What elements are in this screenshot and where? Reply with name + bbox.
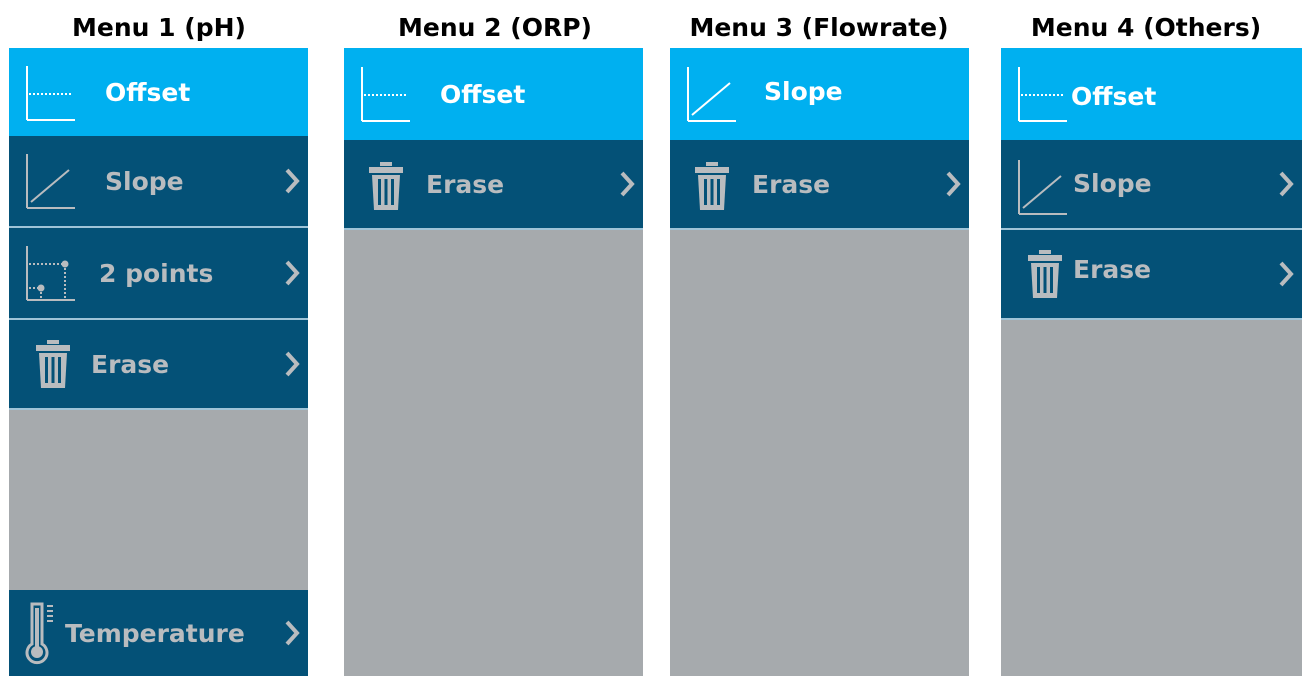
menu-1-item-temperature-label: Temperature [65, 618, 245, 648]
menu-1-item-2-points-label: 2 points [99, 258, 214, 288]
menu-3-item-slope-label: Slope [764, 76, 843, 106]
slope-graph-icon [687, 67, 736, 122]
thermometer-icon [25, 602, 53, 665]
menu-4-item-erase-label: Erase [1073, 254, 1152, 284]
menu-2-item-offset-label: Offset [440, 79, 526, 109]
chevron-right-icon [620, 171, 635, 197]
menu-2-item-erase[interactable]: Erase [344, 140, 643, 230]
chevron-right-icon [285, 351, 300, 377]
menu-3-panel: Slope Erase [670, 48, 969, 676]
trash-icon [36, 340, 70, 388]
menu-1-item-erase-label: Erase [91, 349, 170, 379]
menu-2-panel: Offset Erase [344, 48, 643, 676]
menu-2-item-erase-label: Erase [426, 169, 505, 199]
trash-icon [695, 162, 729, 210]
offset-graph-icon [361, 67, 410, 122]
menu-1-item-offset[interactable]: Offset [9, 48, 308, 136]
menu-1-item-offset-label: Offset [105, 77, 191, 107]
menu-2-title: Menu 2 (ORP) [398, 13, 592, 42]
chevron-right-icon [1279, 171, 1294, 197]
menu-4-title: Menu 4 (Others) [1030, 13, 1262, 42]
menu-4-item-slope-label: Slope [1073, 168, 1152, 198]
chevron-right-icon [1279, 261, 1294, 287]
menu-1-item-slope[interactable]: Slope [9, 136, 308, 228]
menu-1-item-temperature[interactable]: Temperature [9, 590, 308, 676]
menu-4-item-offset[interactable]: Offset [1001, 48, 1302, 140]
offset-graph-icon [1018, 67, 1067, 122]
menu-4-item-slope[interactable]: Slope [1001, 140, 1302, 230]
trash-icon [1028, 250, 1062, 298]
menu-1-item-2-points[interactable]: 2 points [9, 228, 308, 320]
menu-3-item-erase-label: Erase [752, 169, 831, 199]
slope-graph-icon [26, 154, 75, 209]
menu-4-item-offset-label: Offset [1071, 81, 1157, 111]
chevron-right-icon [285, 260, 300, 286]
menu-3-title: Menu 3 (Flowrate) [689, 13, 949, 42]
offset-graph-icon [26, 66, 75, 121]
slope-graph-icon [1018, 160, 1067, 215]
menu-2-item-offset[interactable]: Offset [344, 48, 643, 140]
menu-1-title: Menu 1 (pH) [72, 13, 246, 42]
menu-1-item-erase[interactable]: Erase [9, 320, 308, 410]
menu-4-panel: Offset Slope Erase [1001, 48, 1302, 676]
menu-4-item-erase[interactable]: Erase [1001, 230, 1302, 320]
trash-icon [369, 162, 403, 210]
chevron-right-icon [285, 620, 300, 646]
menu-1-panel: Offset Slope 2 points Erase Temperature [9, 48, 308, 676]
chevron-right-icon [285, 168, 300, 194]
menu-1-item-slope-label: Slope [105, 166, 184, 196]
menu-3-item-slope[interactable]: Slope [670, 48, 969, 140]
two-points-graph-icon [26, 246, 75, 301]
chevron-right-icon [946, 171, 961, 197]
menu-3-item-erase[interactable]: Erase [670, 140, 969, 230]
